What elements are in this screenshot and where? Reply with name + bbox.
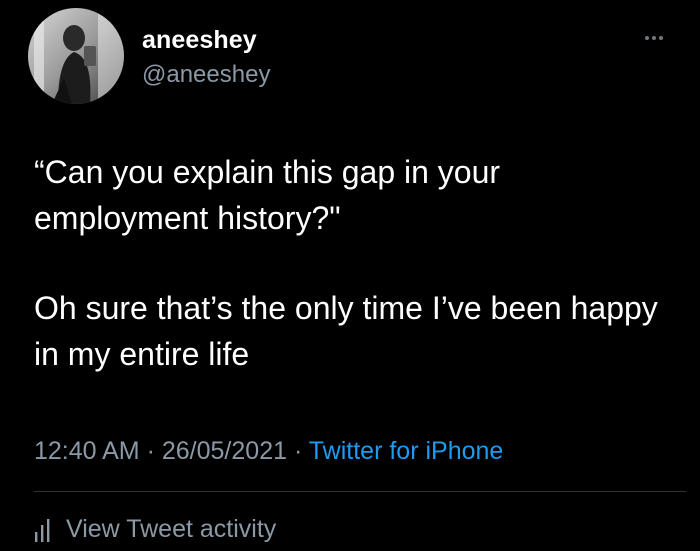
more-options-icon [645,36,649,40]
avatar[interactable] [28,8,124,104]
display-name[interactable]: aneeshey [142,26,257,55]
more-options-icon-dot [659,36,663,40]
more-options-button[interactable] [636,28,672,48]
profile-photo-icon [28,8,124,104]
tweet-text-paragraph: “Can you explain this gap in your employ… [34,154,501,236]
tweet-source-link[interactable]: Twitter for iPhone [309,437,504,465]
bar-chart-icon [35,519,50,542]
more-options-icon-dot [652,36,656,40]
meta-separator: · [293,437,303,465]
view-tweet-activity-button[interactable]: View Tweet activity [34,512,276,546]
tweet-meta: 12:40 AM · 26/05/2021 · Twitter for iPho… [34,437,503,466]
tweet-card: aneeshey @aneeshey “Can you explain this… [0,0,700,551]
tweet-date[interactable]: 26/05/2021 [162,437,287,465]
user-handle[interactable]: @aneeshey [142,61,270,89]
tweet-text-paragraph: Oh sure that’s the only time I’ve been h… [34,290,658,372]
meta-separator: · [146,437,155,465]
tweet-time[interactable]: 12:40 AM [34,437,140,465]
view-tweet-activity-label: View Tweet activity [66,514,277,543]
divider [34,491,686,492]
